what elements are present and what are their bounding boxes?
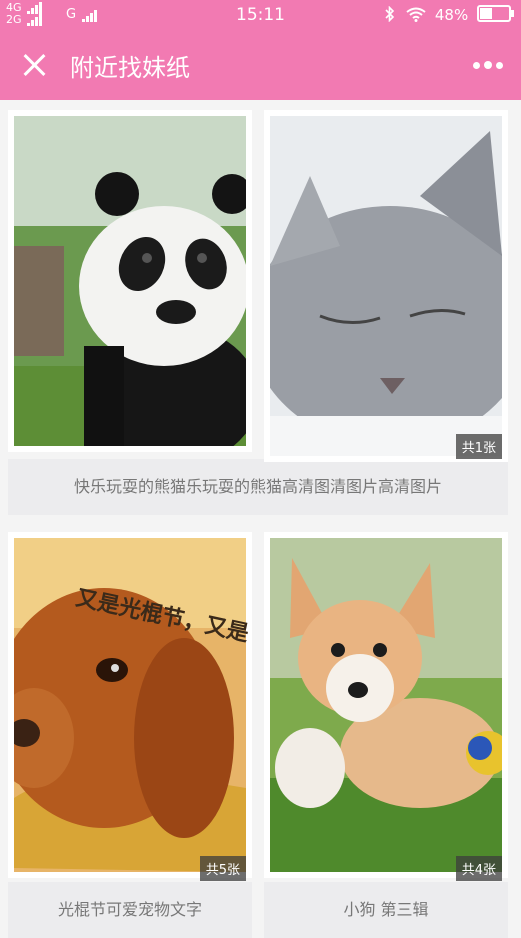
cat-image xyxy=(270,116,502,456)
page-title: 附近找妹纸 xyxy=(70,54,190,82)
card-caption[interactable]: 快乐玩耍的熊猫乐玩耍的熊猫高清图清图片高清图片 xyxy=(8,459,508,515)
golden-dog-image xyxy=(14,538,246,872)
panda-image xyxy=(14,116,246,446)
battery-icon xyxy=(477,5,514,22)
more-dots-icon[interactable] xyxy=(471,55,505,75)
photo-count-badge: 共5张 xyxy=(199,856,246,881)
wifi-icon xyxy=(406,6,431,24)
photo-count-badge: 共4张 xyxy=(455,856,502,881)
status-bar: 4G 2G G 15:11 48% xyxy=(0,0,521,30)
battery-percent: 48% xyxy=(434,6,469,24)
card-caption[interactable]: 光棍节可爱宠物文字 xyxy=(8,882,252,938)
battery-fill xyxy=(480,8,492,19)
corgi-puppy-image xyxy=(270,538,502,872)
bluetooth-icon xyxy=(385,5,400,24)
card-corgi-puppy[interactable]: 共4张 xyxy=(264,532,508,881)
card-caption[interactable]: 小狗 第三辑 xyxy=(264,882,508,938)
card-panda[interactable] xyxy=(8,110,252,452)
title-bar: 附近找妹纸 xyxy=(0,30,521,100)
photo-count-badge: 共1张 xyxy=(455,434,502,459)
close-icon[interactable] xyxy=(20,50,50,80)
card-cat[interactable]: 共1张 xyxy=(264,110,508,462)
status-icons: 48% xyxy=(385,5,514,24)
card-dog-golden[interactable]: 又是光棍节，又是 共5张 xyxy=(8,532,252,881)
